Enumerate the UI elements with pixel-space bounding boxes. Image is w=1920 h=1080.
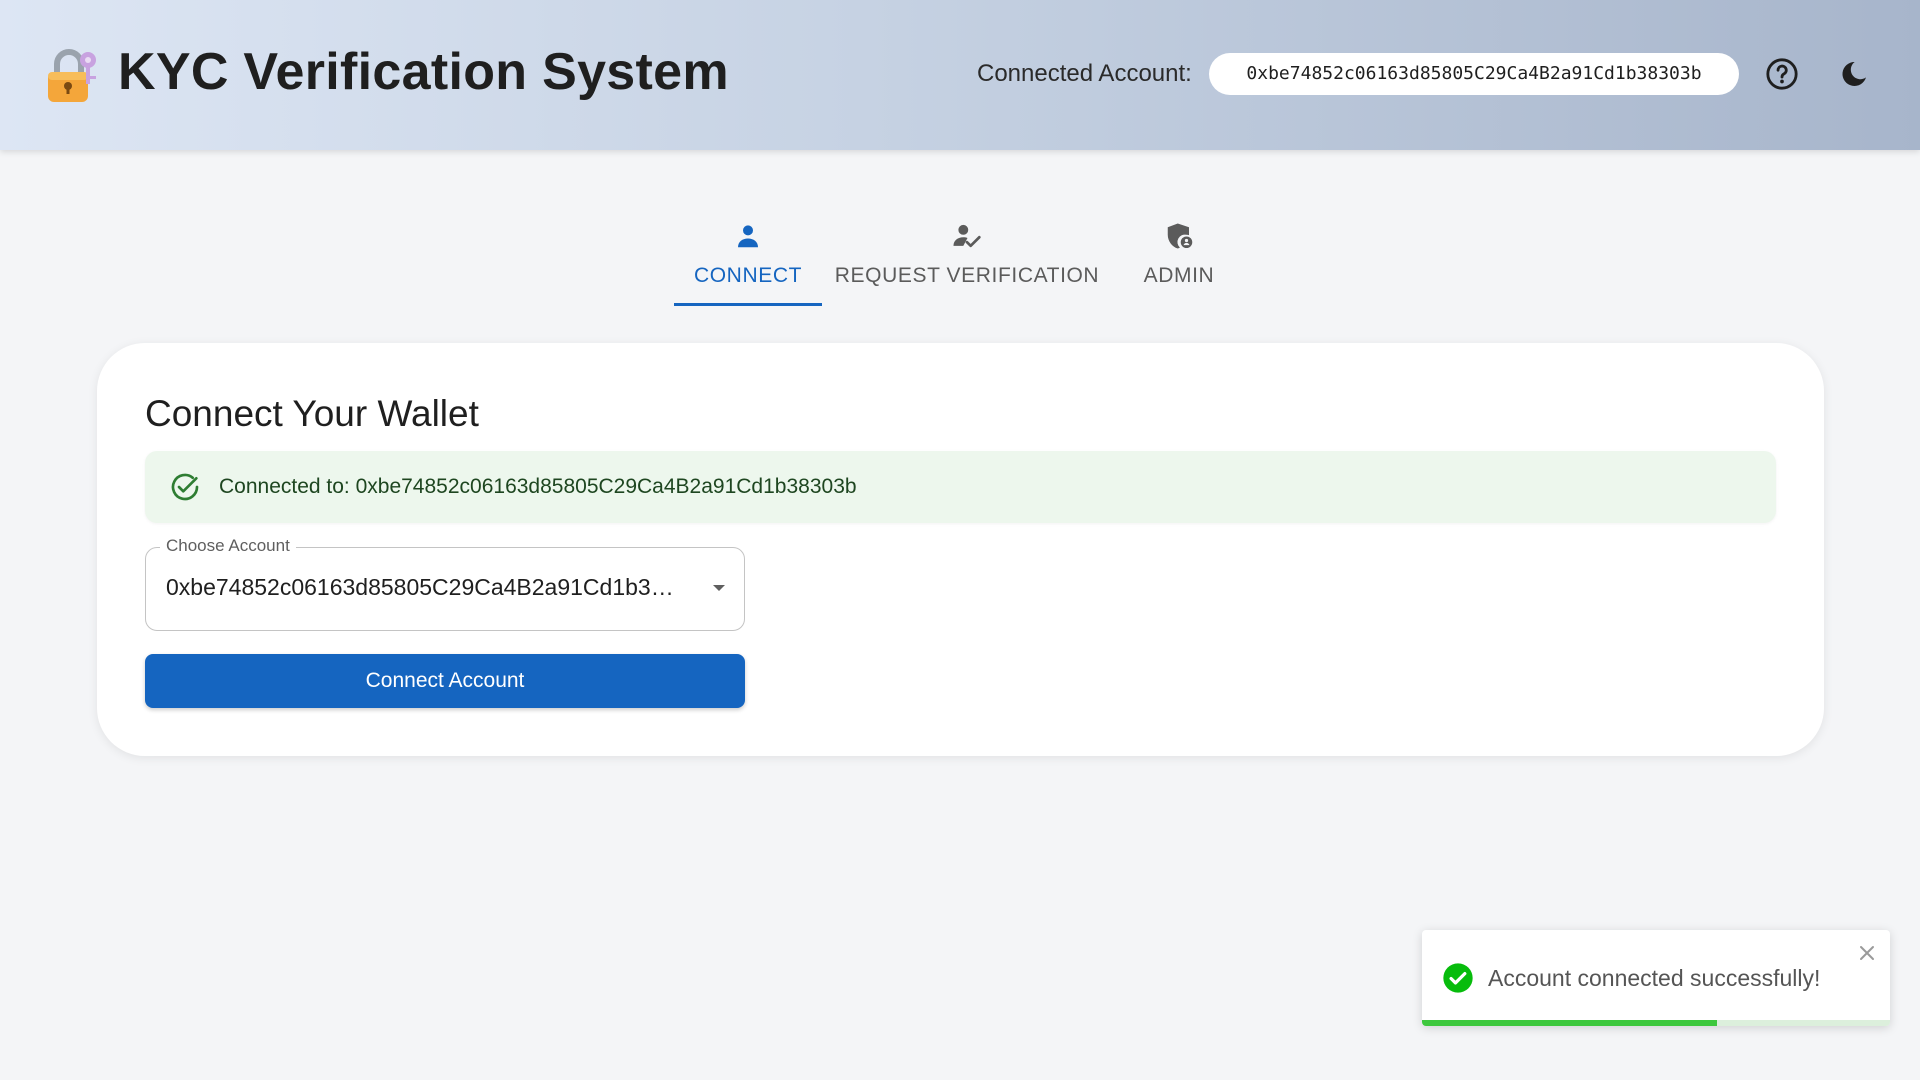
chevron-down-icon (713, 585, 725, 591)
toast-progress-bar (1422, 1020, 1717, 1026)
check-circle-outline-icon (171, 473, 199, 501)
person-icon (733, 218, 763, 254)
tab-admin-label: ADMIN (1143, 264, 1215, 287)
person-check-icon (951, 218, 983, 254)
toast-message: Account connected successfully! (1488, 965, 1821, 991)
choose-account-select[interactable]: Choose Account 0xbe74852c06163d85805C29C… (145, 536, 745, 631)
app-title: KYC Verification System (118, 43, 729, 101)
help-button[interactable] (1758, 50, 1806, 98)
app-header: KYC Verification System Connected Accoun… (0, 0, 1920, 150)
connected-account-label: Connected Account: (977, 60, 1192, 87)
tab-request-verification-label: REQUEST VERIFICATION (834, 264, 1100, 287)
alert-text: Connected to: 0xbe74852c06163d85805C29Ca… (219, 475, 857, 498)
toast-close-button[interactable] (1856, 942, 1878, 964)
help-circle-icon (1766, 58, 1798, 90)
success-toast: Account connected successfully! (1422, 930, 1890, 1026)
tab-connect-label: CONNECT (693, 264, 803, 287)
dark-mode-moon-icon (1842, 61, 1866, 86)
locked-padlock-with-key-icon (44, 46, 100, 106)
choose-account-value: 0xbe74852c06163d85805C29Ca4B2a91Cd1b3830… (166, 574, 686, 600)
choose-account-label: Choose Account (160, 536, 296, 556)
tab-admin[interactable]: ADMIN (1112, 212, 1246, 306)
connect-account-button[interactable]: Connect Account (145, 654, 745, 708)
check-circle-filled-icon (1443, 963, 1473, 993)
theme-toggle-button[interactable] (1830, 50, 1878, 98)
close-icon (1860, 946, 1874, 960)
tab-request-verification[interactable]: REQUEST VERIFICATION (822, 212, 1112, 306)
tab-connect[interactable]: CONNECT (674, 212, 822, 306)
connected-account-address: 0xbe74852c06163d85805C29Ca4B2a91Cd1b3830… (1209, 53, 1739, 95)
admin-shield-icon (1164, 218, 1194, 254)
main-tabs: CONNECT REQUEST VERIFICATION ADMIN (674, 212, 1246, 306)
card-title: Connect Your Wallet (145, 393, 479, 434)
connection-success-alert: Connected to: 0xbe74852c06163d85805C29Ca… (145, 451, 1776, 523)
connect-wallet-card: Connect Your Wallet Connected to: 0xbe74… (97, 343, 1824, 756)
